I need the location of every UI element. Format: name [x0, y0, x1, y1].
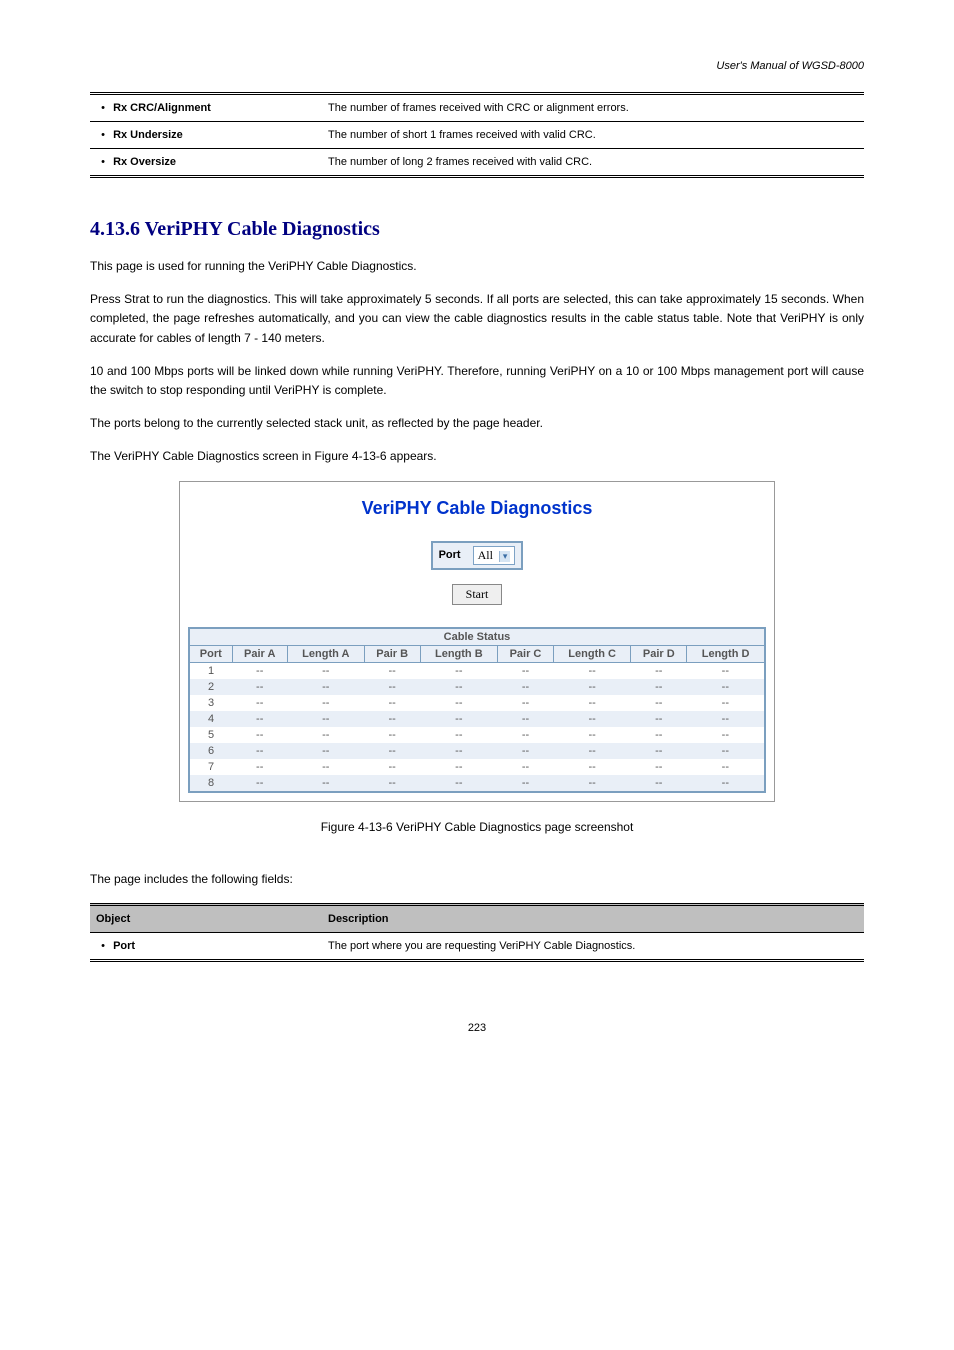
- shot-title: VeriPHY Cable Diagnostics: [188, 498, 766, 519]
- port-select-cell: All ▾: [467, 542, 523, 569]
- row-rx-oversize-label: • Rx Oversize: [90, 149, 322, 177]
- col-description: Description: [322, 904, 864, 932]
- object-table-continued: • Rx CRC/Alignment The number of frames …: [90, 92, 864, 178]
- col-length-c: Length C: [553, 645, 631, 662]
- cable-status-caption: Cable Status: [189, 628, 765, 646]
- row-port-desc: The port where you are requesting VeriPH…: [322, 932, 864, 960]
- paragraph-3: 10 and 100 Mbps ports will be linked dow…: [90, 362, 864, 400]
- manual-header: User's Manual of WGSD-8000: [90, 60, 864, 72]
- col-length-d: Length D: [687, 645, 765, 662]
- table-row: 3----------------: [189, 695, 765, 711]
- cable-status-table: Cable Status Port Pair A Length A Pair B…: [188, 627, 766, 793]
- page: User's Manual of WGSD-8000 • Rx CRC/Alig…: [0, 0, 954, 1074]
- port-select-value: All: [478, 548, 493, 562]
- col-object: Object: [90, 904, 322, 932]
- chevron-down-icon: ▾: [499, 551, 511, 562]
- veriphy-screenshot: VeriPHY Cable Diagnostics Port All ▾ Star…: [179, 481, 775, 802]
- col-pair-b: Pair B: [364, 645, 420, 662]
- object-table-2: Object Description • Port The port where…: [90, 903, 864, 962]
- row-rx-undersize-label: • Rx Undersize: [90, 122, 322, 149]
- row-rx-undersize-desc: The number of short 1 frames received wi…: [322, 122, 864, 149]
- col-pair-c: Pair C: [498, 645, 554, 662]
- row-rx-crc-desc: The number of frames received with CRC o…: [322, 94, 864, 122]
- row-rx-oversize-desc: The number of long 2 frames received wit…: [322, 149, 864, 177]
- col-pair-d: Pair D: [631, 645, 687, 662]
- table-row: 8----------------: [189, 775, 765, 792]
- section-heading: 4.13.6 VeriPHY Cable Diagnostics: [90, 218, 864, 241]
- row-rx-crc-label: • Rx CRC/Alignment: [90, 94, 322, 122]
- col-port: Port: [189, 645, 232, 662]
- table-row: 6----------------: [189, 743, 765, 759]
- port-selector-box: Port All ▾: [431, 541, 524, 570]
- paragraph-2: Press Strat to run the diagnostics. This…: [90, 290, 864, 348]
- paragraph-1: This page is used for running the VeriPH…: [90, 257, 864, 276]
- table-row: 5----------------: [189, 727, 765, 743]
- fields-lead-in: The page includes the following fields:: [90, 870, 864, 889]
- figure-caption: Figure 4-13-6 VeriPHY Cable Diagnostics …: [90, 820, 864, 834]
- cable-headers: Port Pair A Length A Pair B Length B Pai…: [189, 645, 765, 662]
- start-button[interactable]: Start: [452, 584, 502, 605]
- row-port-label: • Port: [90, 932, 322, 960]
- paragraph-5: The VeriPHY Cable Diagnostics screen in …: [90, 447, 864, 466]
- port-select[interactable]: All ▾: [473, 546, 516, 565]
- col-length-a: Length A: [287, 645, 364, 662]
- paragraph-4: The ports belong to the currently select…: [90, 414, 864, 433]
- table-row: 1----------------: [189, 662, 765, 679]
- page-number: 223: [90, 1022, 864, 1034]
- col-length-b: Length B: [420, 645, 498, 662]
- port-label: Port: [432, 542, 467, 569]
- table-row: 2----------------: [189, 679, 765, 695]
- col-pair-a: Pair A: [232, 645, 287, 662]
- table-row: 4----------------: [189, 711, 765, 727]
- table-row: 7----------------: [189, 759, 765, 775]
